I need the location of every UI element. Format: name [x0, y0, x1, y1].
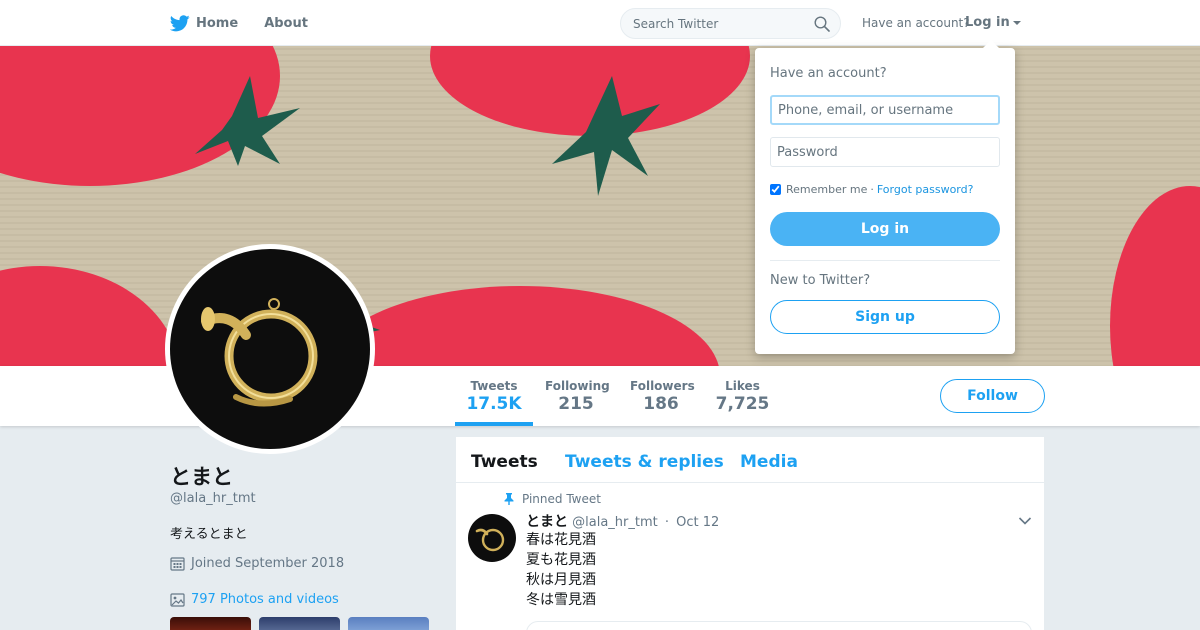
- tweet-media-card[interactable]: [526, 621, 1032, 630]
- avatar-image: [170, 249, 370, 449]
- nav-about-link[interactable]: About: [264, 16, 308, 31]
- top-navigation-bar: Home About Have an account? Log in: [0, 0, 1200, 46]
- remember-me-label: Remember me: [786, 183, 868, 196]
- follow-button[interactable]: Follow: [940, 379, 1045, 413]
- stat-followers[interactable]: Followers 186: [630, 366, 695, 426]
- stat-value: 17.5K: [466, 394, 522, 414]
- stat-value: 7,725: [715, 394, 770, 414]
- timeline-tabs: Tweets Tweets & replies Media: [456, 437, 1044, 483]
- stat-likes[interactable]: Likes 7,725: [715, 366, 770, 426]
- photo-thumbnail[interactable]: [170, 617, 251, 630]
- stat-label: Followers: [630, 379, 695, 393]
- stat-tweets[interactable]: Tweets 17.5K: [455, 366, 533, 426]
- pinned-tweet-label: Pinned Tweet: [504, 492, 601, 506]
- tweet-line: 夏も花見酒: [526, 552, 596, 568]
- search-box: [620, 8, 841, 39]
- profile-joined-date: Joined September 2018: [170, 556, 344, 571]
- tweet-text: 春は花見酒 夏も花見酒 秋は月見酒 冬は雪見酒: [526, 530, 596, 610]
- pinned-text: Pinned Tweet: [522, 492, 601, 506]
- login-button[interactable]: Log in: [770, 212, 1000, 246]
- tab-tweets-and-replies[interactable]: Tweets & replies: [565, 452, 724, 472]
- tweet-date[interactable]: Oct 12: [676, 515, 719, 530]
- tab-tweets[interactable]: Tweets: [471, 452, 538, 472]
- new-to-twitter-text: New to Twitter?: [770, 273, 871, 288]
- nav-home-link[interactable]: Home: [170, 14, 239, 32]
- have-account-text: Have an account?: [862, 16, 970, 30]
- nav-home-label: Home: [196, 15, 239, 31]
- dropdown-arrow: [983, 40, 999, 48]
- stat-value: 186: [643, 394, 679, 414]
- tweet-line: 秋は月見酒: [526, 572, 596, 588]
- tab-media[interactable]: Media: [740, 452, 798, 472]
- photo-thumbnail[interactable]: [348, 617, 429, 630]
- profile-screen-name[interactable]: @lala_hr_tmt: [170, 491, 256, 506]
- search-input[interactable]: [621, 9, 840, 38]
- stat-following[interactable]: Following 215: [545, 366, 610, 426]
- profile-avatar[interactable]: [165, 244, 375, 454]
- login-dropdown-toggle[interactable]: Log in: [965, 15, 1021, 30]
- calendar-icon: [170, 557, 185, 571]
- tweet-line: 春は花見酒: [526, 532, 596, 548]
- tweet-author-handle[interactable]: @lala_hr_tmt: [572, 515, 658, 530]
- tweet-author-avatar[interactable]: [468, 514, 516, 562]
- chevron-down-icon[interactable]: [1018, 516, 1032, 526]
- photo-thumbnail[interactable]: [259, 617, 340, 630]
- timeline: Tweets Tweets & replies Media Pinned Twe…: [456, 437, 1044, 630]
- twitter-bird-icon: [170, 14, 190, 31]
- forgot-password-link[interactable]: Forgot password?: [877, 183, 974, 196]
- dropdown-divider: [770, 260, 1000, 261]
- nav-about-label: About: [264, 15, 308, 31]
- login-dropdown-title: Have an account?: [770, 66, 887, 81]
- separator-dot: ·: [870, 183, 874, 196]
- search-icon[interactable]: [814, 16, 830, 32]
- remember-me-checkbox[interactable]: [770, 184, 781, 195]
- stat-label: Tweets: [470, 379, 518, 393]
- stat-label: Likes: [725, 379, 760, 393]
- username-input[interactable]: [770, 95, 1000, 125]
- pin-icon: [504, 493, 514, 505]
- photos-label: 797 Photos and videos: [191, 592, 339, 607]
- photo-icon: [170, 592, 185, 607]
- profile-display-name[interactable]: とまと: [170, 461, 233, 491]
- signup-button[interactable]: Sign up: [770, 300, 1000, 334]
- tweet-author-name[interactable]: とまと: [526, 514, 568, 530]
- stat-label: Following: [545, 379, 610, 393]
- nav-left: Home About: [170, 0, 334, 46]
- tweet-line: 冬は雪見酒: [526, 592, 596, 608]
- photos-and-videos-link[interactable]: 797 Photos and videos: [170, 592, 339, 607]
- caret-down-icon: [1012, 20, 1021, 25]
- post-horn-image: [201, 298, 318, 407]
- post-horn-image: [475, 528, 505, 552]
- login-dropdown: Have an account? Remember me · Forgot pa…: [755, 40, 1015, 354]
- tweet-separator: ·: [664, 515, 670, 530]
- stat-value: 215: [558, 394, 594, 414]
- profile-bio: 考えるとまと: [170, 527, 248, 542]
- password-input[interactable]: [770, 137, 1000, 167]
- joined-text: Joined September 2018: [191, 556, 345, 571]
- login-toggle-label: Log in: [965, 15, 1010, 30]
- remember-me-row: Remember me · Forgot password?: [770, 183, 973, 196]
- tweet-header: とまと @lala_hr_tmt · Oct 12: [526, 511, 719, 531]
